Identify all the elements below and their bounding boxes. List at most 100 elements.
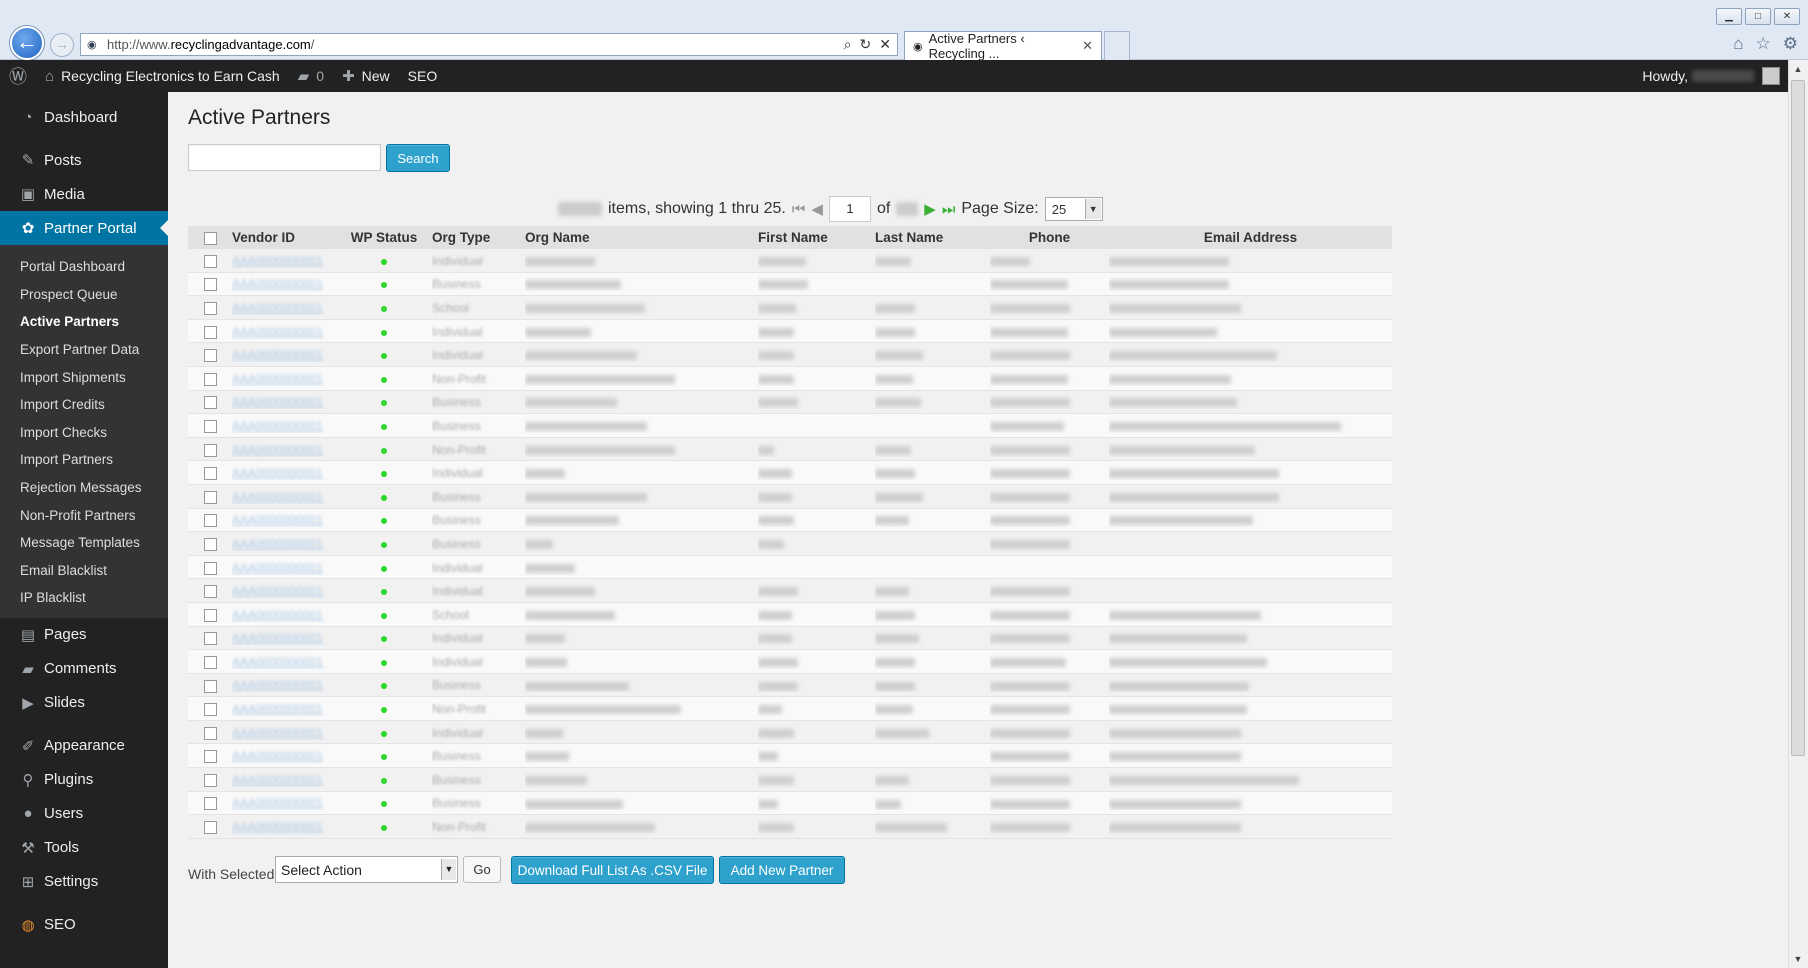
next-page-icon[interactable]: ▶ xyxy=(924,200,936,218)
vendor-id-link[interactable]: AAA0000000001 xyxy=(232,537,323,551)
vendor-id-link[interactable]: AAA0000000001 xyxy=(232,490,323,504)
search-button[interactable]: Search xyxy=(386,144,450,172)
tab-close-icon[interactable]: ✕ xyxy=(1082,38,1093,54)
col-phone[interactable]: Phone xyxy=(990,230,1109,245)
vendor-id-link[interactable]: AAA0000000001 xyxy=(232,726,323,740)
minimize-button[interactable]: ▁ xyxy=(1716,8,1742,25)
col-first-name[interactable]: First Name xyxy=(758,230,875,245)
submenu-message-templates[interactable]: Message Templates xyxy=(0,529,168,557)
last-page-icon[interactable]: ⏭ xyxy=(942,201,956,218)
row-checkbox[interactable] xyxy=(204,821,217,835)
row-checkbox[interactable] xyxy=(204,325,217,339)
menu-posts[interactable]: ✎ Posts xyxy=(0,143,168,177)
vendor-id-link[interactable]: AAA0000000001 xyxy=(232,419,323,433)
menu-settings[interactable]: ⊞ Settings xyxy=(0,865,168,899)
row-checkbox[interactable] xyxy=(204,632,217,646)
menu-tools[interactable]: ⚒ Tools xyxy=(0,831,168,865)
refresh-icon[interactable]: ↻ xyxy=(860,36,872,53)
download-csv-button[interactable]: Download Full List As .CSV File xyxy=(511,856,714,884)
vendor-id-link[interactable]: AAA0000000001 xyxy=(232,584,323,598)
browser-tab[interactable]: ◉ Active Partners ‹ Recycling ... ✕ xyxy=(904,31,1102,61)
new-tab-button[interactable] xyxy=(1104,31,1130,60)
row-checkbox[interactable] xyxy=(204,726,217,740)
go-button[interactable]: Go xyxy=(463,856,501,883)
vendor-id-link[interactable]: AAA0000000001 xyxy=(232,372,323,386)
row-checkbox[interactable] xyxy=(204,703,217,717)
vendor-id-link[interactable]: AAA0000000001 xyxy=(232,820,323,834)
col-wp-status[interactable]: WP Status xyxy=(336,230,432,245)
row-checkbox[interactable] xyxy=(204,396,217,410)
row-checkbox[interactable] xyxy=(204,419,217,433)
new-content-link[interactable]: ✚ New xyxy=(333,60,399,92)
row-checkbox[interactable] xyxy=(204,773,217,787)
select-all-checkbox[interactable] xyxy=(204,231,217,245)
comments-link[interactable]: ▰ 0 xyxy=(289,60,333,92)
vendor-id-link[interactable]: AAA0000000001 xyxy=(232,678,323,692)
submenu-portal-dashboard[interactable]: Portal Dashboard xyxy=(0,253,168,281)
row-checkbox[interactable] xyxy=(204,561,217,575)
vendor-id-link[interactable]: AAA0000000001 xyxy=(232,773,323,787)
page-number-input[interactable]: 1 xyxy=(828,196,871,222)
menu-seo[interactable]: ◍ SEO xyxy=(0,908,168,942)
row-checkbox[interactable] xyxy=(204,585,217,599)
vendor-id-link[interactable]: AAA0000000001 xyxy=(232,301,323,315)
submenu-rejection-messages[interactable]: Rejection Messages xyxy=(0,474,168,502)
col-email[interactable]: Email Address xyxy=(1109,230,1392,245)
maximize-button[interactable]: □ xyxy=(1745,8,1771,25)
vendor-id-link[interactable]: AAA0000000001 xyxy=(232,466,323,480)
row-checkbox[interactable] xyxy=(204,608,217,622)
vendor-id-link[interactable]: AAA0000000001 xyxy=(232,325,323,339)
col-vendor-id[interactable]: Vendor ID xyxy=(232,230,336,245)
row-checkbox[interactable] xyxy=(204,750,217,764)
submenu-email-blacklist[interactable]: Email Blacklist xyxy=(0,557,168,585)
menu-partner-portal[interactable]: ✿ Partner Portal xyxy=(0,211,168,245)
row-checkbox[interactable] xyxy=(204,349,217,363)
menu-media[interactable]: ▣ Media xyxy=(0,177,168,211)
stop-icon[interactable]: ✕ xyxy=(879,36,891,53)
wordpress-logo-icon[interactable]: Ⓦ xyxy=(0,60,36,92)
menu-pages[interactable]: ▤ Pages xyxy=(0,618,168,652)
address-bar[interactable]: ◉ http://www. recyclingadvantage.com / ⌕ ↻… xyxy=(80,33,898,56)
search-input[interactable] xyxy=(188,144,381,171)
submenu-import-checks[interactable]: Import Checks xyxy=(0,419,168,447)
gear-icon[interactable]: ⚙ xyxy=(1783,34,1798,54)
row-checkbox[interactable] xyxy=(204,514,217,528)
submenu-ip-blacklist[interactable]: IP Blacklist xyxy=(0,584,168,612)
page-scrollbar[interactable]: ▲ ▼ xyxy=(1788,60,1808,968)
home-icon[interactable]: ⌂ xyxy=(1733,34,1743,54)
row-checkbox[interactable] xyxy=(204,490,217,504)
row-checkbox[interactable] xyxy=(204,278,217,292)
row-checkbox[interactable] xyxy=(204,655,217,669)
vendor-id-link[interactable]: AAA0000000001 xyxy=(232,277,323,291)
vendor-id-link[interactable]: AAA0000000001 xyxy=(232,254,323,268)
first-page-icon[interactable]: ⏮ xyxy=(792,201,806,218)
row-checkbox[interactable] xyxy=(204,537,217,551)
vendor-id-link[interactable]: AAA0000000001 xyxy=(232,395,323,409)
vendor-id-link[interactable]: AAA0000000001 xyxy=(232,513,323,527)
submenu-non-profit-partners[interactable]: Non-Profit Partners xyxy=(0,501,168,529)
submenu-active-partners[interactable]: Active Partners xyxy=(0,308,168,336)
vendor-id-link[interactable]: AAA0000000001 xyxy=(232,631,323,645)
forward-button[interactable]: → xyxy=(50,33,74,57)
col-org-name[interactable]: Org Name xyxy=(525,230,758,245)
submenu-import-credits[interactable]: Import Credits xyxy=(0,391,168,419)
vendor-id-link[interactable]: AAA0000000001 xyxy=(232,655,323,669)
prev-page-icon[interactable]: ◀ xyxy=(811,200,823,218)
menu-appearance[interactable]: ✐ Appearance xyxy=(0,729,168,763)
submenu-import-shipments[interactable]: Import Shipments xyxy=(0,363,168,391)
menu-dashboard[interactable]: ◔ Dashboard xyxy=(0,100,168,134)
vendor-id-link[interactable]: AAA0000000001 xyxy=(232,702,323,716)
seo-link[interactable]: SEO xyxy=(399,60,447,92)
row-checkbox[interactable] xyxy=(204,797,217,811)
close-window-button[interactable]: ✕ xyxy=(1774,8,1800,25)
vendor-id-link[interactable]: AAA0000000001 xyxy=(232,348,323,362)
add-new-partner-button[interactable]: Add New Partner xyxy=(719,856,845,884)
submenu-import-partners[interactable]: Import Partners xyxy=(0,446,168,474)
row-checkbox[interactable] xyxy=(204,372,217,386)
vendor-id-link[interactable]: AAA0000000001 xyxy=(232,796,323,810)
submenu-export-partner-data[interactable]: Export Partner Data xyxy=(0,336,168,364)
col-org-type[interactable]: Org Type xyxy=(432,230,525,245)
vendor-id-link[interactable]: AAA0000000001 xyxy=(232,608,323,622)
vendor-id-link[interactable]: AAA0000000001 xyxy=(232,443,323,457)
row-checkbox[interactable] xyxy=(204,467,217,481)
